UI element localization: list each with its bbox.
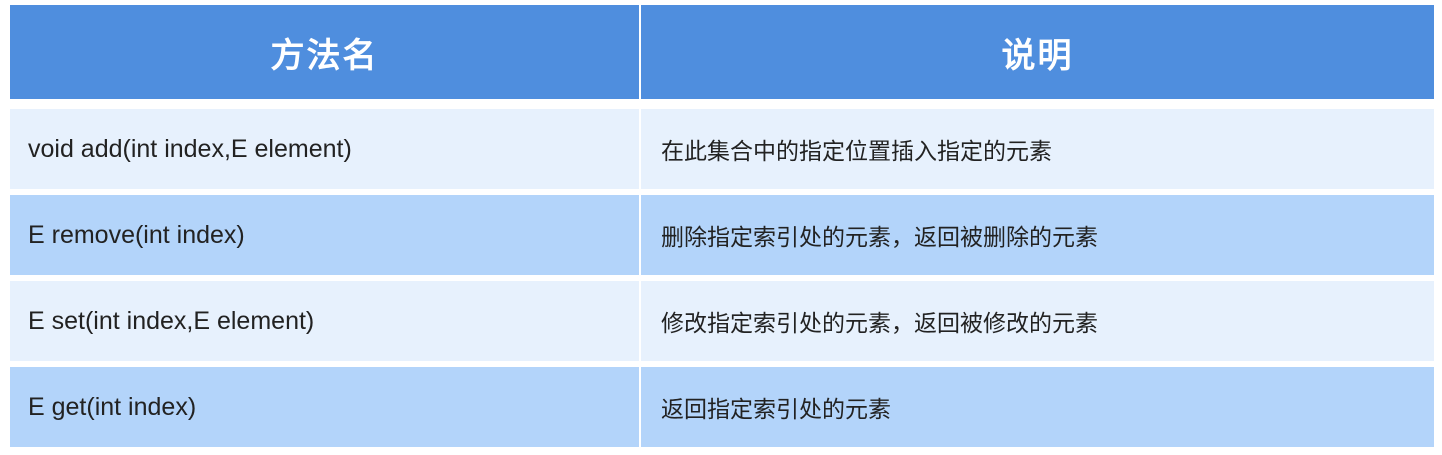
method-cell: E set(int index,E element)	[10, 281, 639, 361]
table-row: void add(int index,E element) 在此集合中的指定位置…	[10, 109, 1434, 189]
header-method-name: 方法名	[10, 5, 639, 99]
method-cell: E get(int index)	[10, 367, 639, 447]
description-cell: 修改指定索引处的元素，返回被修改的元素	[641, 281, 1434, 361]
table-row: E get(int index) 返回指定索引处的元素	[10, 367, 1434, 447]
description-cell: 删除指定索引处的元素，返回被删除的元素	[641, 195, 1434, 275]
method-table: 方法名 说明 void add(int index,E element) 在此集…	[10, 5, 1434, 447]
table-header-row: 方法名 说明	[10, 5, 1434, 99]
method-cell: void add(int index,E element)	[10, 109, 639, 189]
description-cell: 返回指定索引处的元素	[641, 367, 1434, 447]
table-row: E set(int index,E element) 修改指定索引处的元素，返回…	[10, 281, 1434, 361]
method-cell: E remove(int index)	[10, 195, 639, 275]
table-row: E remove(int index) 删除指定索引处的元素，返回被删除的元素	[10, 195, 1434, 275]
header-description: 说明	[641, 5, 1434, 99]
description-cell: 在此集合中的指定位置插入指定的元素	[641, 109, 1434, 189]
